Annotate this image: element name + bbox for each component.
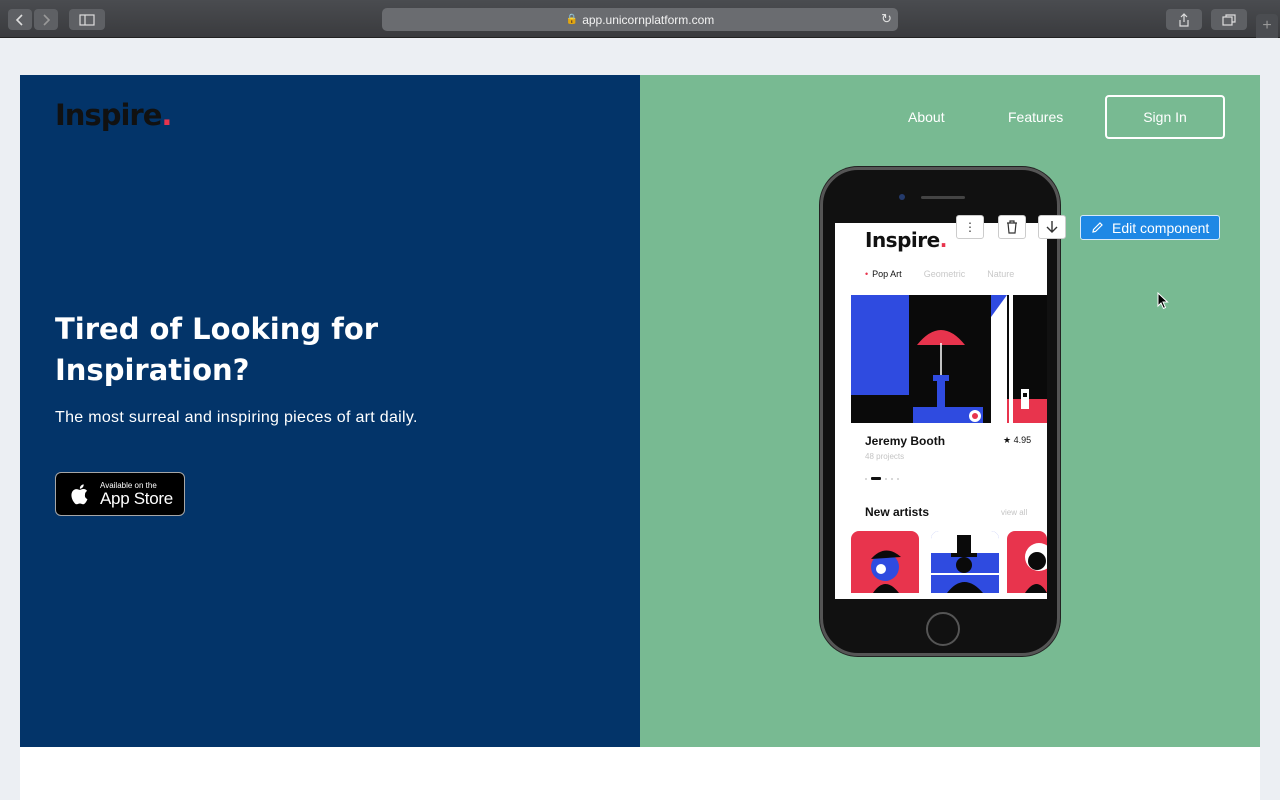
artist-thumbnail: [851, 531, 919, 593]
more-options-button[interactable]: ⋮: [956, 215, 984, 239]
edit-component-button[interactable]: Edit component: [1080, 215, 1220, 240]
chevron-right-icon: [43, 13, 51, 26]
artist-projects: 48 projects: [865, 452, 905, 461]
carousel-dot: [891, 477, 893, 480]
carousel-dot: [897, 477, 899, 480]
phone-logo-text: Inspire: [865, 228, 940, 252]
tabs-icon: [1222, 13, 1236, 26]
new-tab-button[interactable]: +: [1256, 14, 1278, 38]
phone-tab-geometric: Geometric: [923, 269, 966, 279]
reload-icon[interactable]: ↻: [881, 11, 892, 27]
sign-in-button[interactable]: Sign In: [1105, 95, 1225, 139]
trash-icon: [1007, 220, 1017, 234]
landing-page: Inspire. Tired of Looking for Inspiratio…: [20, 75, 1260, 747]
phone-home-button: [926, 612, 960, 646]
site-logo[interactable]: Inspire.: [55, 98, 172, 132]
logo-dot: .: [161, 98, 172, 132]
artist-thumbnail-art: [931, 531, 999, 593]
next-section: [20, 747, 1260, 800]
more-icon: ⋮: [964, 220, 976, 234]
mouse-cursor-icon: [1157, 292, 1169, 310]
arrow-down-icon: [1046, 221, 1058, 233]
share-button[interactable]: [1166, 9, 1202, 30]
hero-subtitle: The most surreal and inspiring pieces of…: [55, 409, 418, 426]
app-store-big-label: App Store: [100, 488, 173, 508]
artist-thumbnail-art: [871, 550, 901, 593]
featured-artwork: [851, 295, 1047, 423]
phone-speaker: [921, 196, 965, 199]
rating-value: 4.95: [1013, 435, 1032, 445]
sidebar-icon: [79, 13, 95, 26]
carousel-dot: [865, 477, 867, 480]
hero-title: Tired of Looking for Inspiration?: [55, 312, 379, 387]
browser-toolbar: 🔒 app.unicornplatform.com ↻ +: [0, 0, 1280, 38]
phone-tab-pop-art: Pop Art: [865, 269, 902, 279]
artist-thumbnail: [1007, 531, 1047, 593]
app-store-text: Available on the App Store: [100, 481, 173, 508]
phone-tab-nature: Nature: [987, 269, 1015, 279]
chevron-left-icon: [15, 13, 23, 26]
plus-icon: +: [1262, 17, 1272, 34]
view-all-link: view all: [1001, 508, 1028, 517]
lock-icon: 🔒: [565, 14, 579, 25]
carousel-dot: [885, 477, 887, 480]
apple-icon: [71, 484, 88, 505]
sidebar-toggle-button[interactable]: [69, 9, 105, 30]
address-bar[interactable]: 🔒 app.unicornplatform.com ↻: [382, 8, 898, 31]
artist-rating: ★ 4.95: [1003, 435, 1031, 446]
artist-thumbnail: [931, 531, 999, 593]
artist-name: Jeremy Booth: [865, 434, 946, 448]
artist-thumbnail-art: [1025, 543, 1047, 593]
pencil-icon: [1092, 222, 1103, 233]
logo-text: Inspire: [55, 98, 162, 132]
delete-component-button[interactable]: [998, 215, 1026, 239]
back-button[interactable]: [8, 9, 32, 30]
carousel-dot-active: [871, 477, 881, 480]
nav-link-features[interactable]: Features: [1008, 109, 1063, 125]
phone-logo-dot: .: [939, 228, 948, 252]
share-icon: [1179, 12, 1189, 27]
star-icon: ★: [1003, 435, 1012, 445]
phone-app-logo: Inspire.: [865, 228, 947, 252]
hero-left-panel: Inspire. Tired of Looking for Inspiratio…: [20, 75, 640, 747]
phone-camera: [899, 194, 905, 200]
tabs-button[interactable]: [1211, 9, 1247, 30]
phone-category-tabs: Pop Art Geometric Nature: [865, 269, 1014, 279]
move-down-button[interactable]: [1038, 215, 1066, 239]
edit-component-label: Edit component: [1112, 219, 1210, 236]
url-text: app.unicornplatform.com: [582, 12, 715, 27]
nav-link-about[interactable]: About: [908, 109, 945, 125]
new-artists-heading: New artists: [865, 505, 930, 519]
hero-right-panel: About Features Sign In Inspire. Pop Art …: [640, 75, 1260, 747]
phone-mockup: Inspire. Pop Art Geometric Nature: [820, 167, 1060, 656]
phone-screen: Inspire. Pop Art Geometric Nature: [835, 223, 1047, 599]
app-store-button[interactable]: Available on the App Store: [55, 472, 185, 516]
forward-button[interactable]: [34, 9, 58, 30]
carousel-dots: [865, 477, 899, 480]
